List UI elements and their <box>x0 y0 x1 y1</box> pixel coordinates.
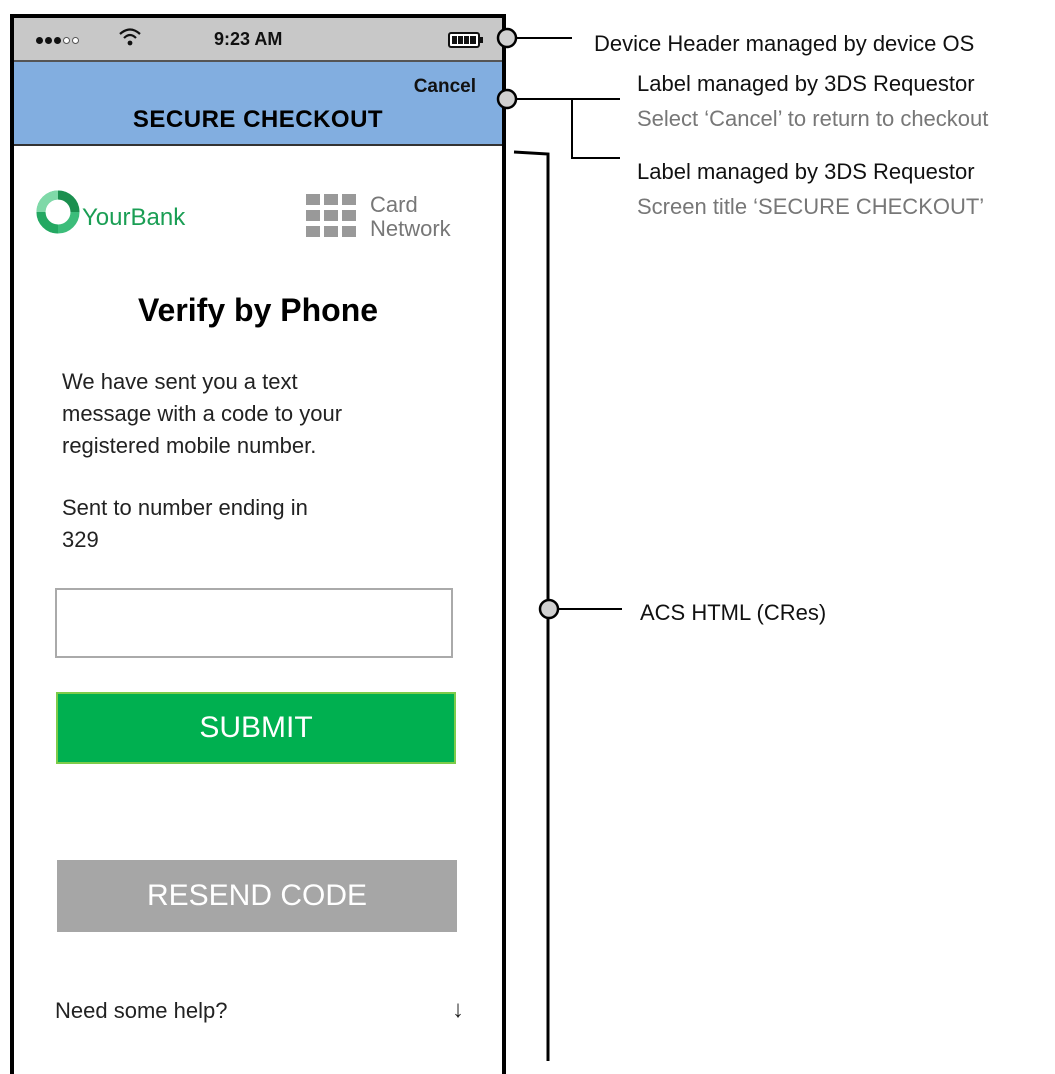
annotation-device-header: Device Header managed by device OS <box>594 31 975 56</box>
annotation-cancel-title: Label managed by 3DS Requestor <box>637 71 975 96</box>
connector-node <box>538 598 560 620</box>
annotation-title-desc: Screen title ‘SECURE CHECKOUT’ <box>637 194 985 219</box>
annotation-cancel-desc: Select ‘Cancel’ to return to checkout <box>637 106 989 131</box>
connector-node <box>496 88 518 110</box>
annotation-acs-html: ACS HTML (CRes) <box>640 600 827 625</box>
connector-node <box>496 27 518 49</box>
connector-line <box>571 99 620 159</box>
annotation-title-title: Label managed by 3DS Requestor <box>637 159 975 184</box>
